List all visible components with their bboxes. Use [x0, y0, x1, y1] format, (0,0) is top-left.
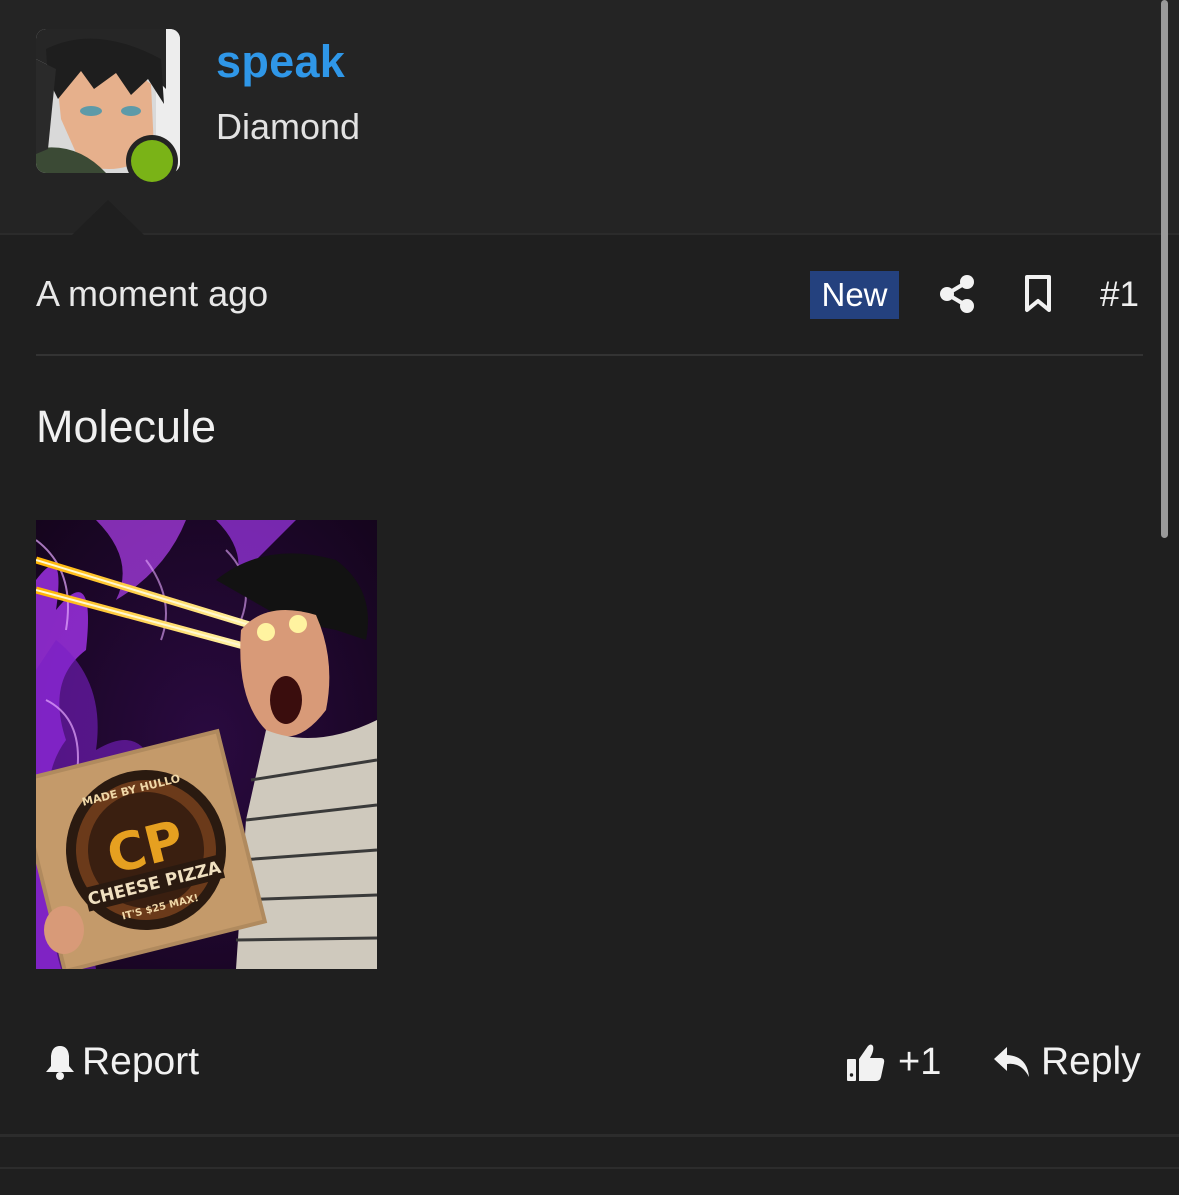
bookmark-icon[interactable]: [1022, 274, 1054, 314]
like-count: +1: [898, 1040, 942, 1083]
post-header: speak Diamond: [0, 0, 1179, 235]
vertical-scrollbar[interactable]: [1161, 0, 1168, 538]
like-button[interactable]: +1: [846, 1038, 941, 1086]
header-divider: [0, 233, 1179, 235]
reply-button[interactable]: Reply: [993, 1038, 1141, 1086]
share-icon[interactable]: [938, 274, 976, 314]
reply-icon: [994, 1047, 1029, 1077]
thumbs-up-icon: [847, 1044, 885, 1081]
bell-icon: [46, 1046, 74, 1080]
attachment-illustration: MADE BY HULLO CP CHEESE PIZZA IT'S $25 M…: [36, 520, 377, 969]
report-label: Report: [82, 1040, 200, 1083]
post-number[interactable]: #1: [1100, 275, 1139, 315]
header-caret: [72, 200, 144, 235]
post-body-text: Molecule: [36, 401, 217, 452]
reply-label: Reply: [1041, 1040, 1141, 1083]
footer-divider: [0, 1134, 1179, 1137]
online-status-indicator: [126, 135, 178, 187]
username[interactable]: speak: [216, 36, 345, 88]
report-button[interactable]: Report: [44, 1038, 199, 1086]
post-timestamp: A moment ago: [36, 273, 269, 314]
content-divider: [36, 354, 1143, 356]
footer-divider-secondary: [0, 1167, 1179, 1169]
new-badge: New: [810, 271, 899, 319]
post-attachment-image[interactable]: MADE BY HULLO CP CHEESE PIZZA IT'S $25 M…: [36, 520, 377, 969]
user-rank: Diamond: [216, 106, 361, 147]
